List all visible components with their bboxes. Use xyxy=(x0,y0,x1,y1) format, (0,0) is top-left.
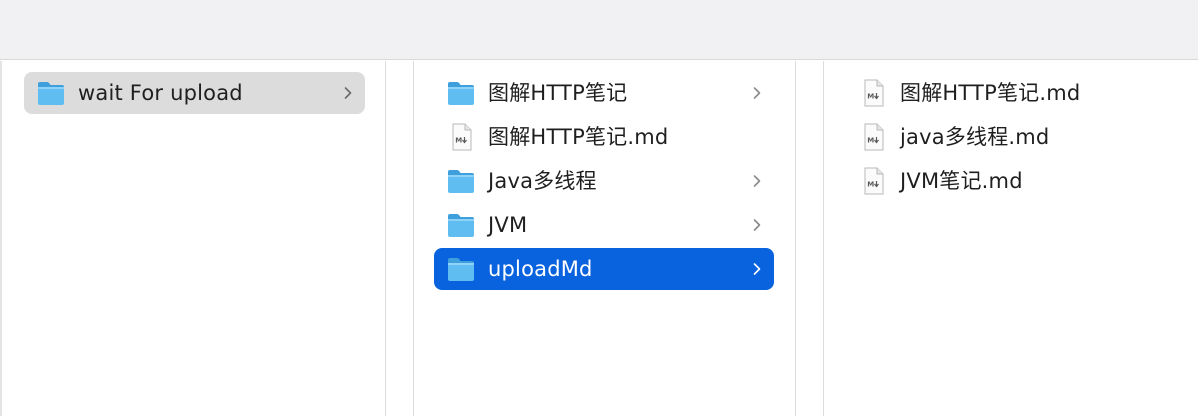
folder-row-wait-for-upload[interactable]: wait For upload xyxy=(24,72,365,114)
chevron-right-icon xyxy=(343,82,353,104)
file-row-jvm-notes-md[interactable]: JVM笔记.md xyxy=(846,160,1186,202)
folder-row-uploadmd[interactable]: uploadMd xyxy=(434,248,774,290)
item-label: 图解HTTP笔记.md xyxy=(488,125,669,149)
chevron-right-icon xyxy=(752,258,762,280)
folder-row-jvm[interactable]: JVM xyxy=(434,204,774,246)
file-row-http-notes-md[interactable]: 图解HTTP笔记.md xyxy=(434,116,774,158)
markdown-file-icon xyxy=(858,79,888,107)
chevron-right-icon xyxy=(752,170,762,192)
markdown-file-icon xyxy=(858,167,888,195)
column-2: 图解HTTP笔记 图解HTTP笔记.md Java多线程 JVM uploadM… xyxy=(414,61,795,416)
item-label: java多线程.md xyxy=(900,125,1050,149)
item-label: uploadMd xyxy=(488,257,593,281)
folder-icon xyxy=(36,79,66,107)
column-resize-divider[interactable] xyxy=(795,61,824,416)
item-label: 图解HTTP笔记.md xyxy=(900,81,1081,105)
column-resize-divider[interactable] xyxy=(385,61,414,416)
item-label: JVM笔记.md xyxy=(900,169,1023,193)
markdown-file-icon xyxy=(858,123,888,151)
folder-icon xyxy=(446,167,476,195)
window-toolbar xyxy=(0,0,1198,60)
folder-row-java-multithread[interactable]: Java多线程 xyxy=(434,160,774,202)
item-label: wait For upload xyxy=(78,81,243,105)
chevron-right-icon xyxy=(752,82,762,104)
folder-row-http-notes[interactable]: 图解HTTP笔记 xyxy=(434,72,774,114)
chevron-right-icon xyxy=(752,214,762,236)
markdown-file-icon xyxy=(446,123,476,151)
file-row-java-multithread-md[interactable]: java多线程.md xyxy=(846,116,1186,158)
file-row-http-notes-md[interactable]: 图解HTTP笔记.md xyxy=(846,72,1186,114)
item-label: JVM xyxy=(488,213,528,237)
column-3: 图解HTTP笔记.md java多线程.md JVM笔记.md xyxy=(824,61,1198,416)
folder-icon xyxy=(446,211,476,239)
item-label: 图解HTTP笔记 xyxy=(488,81,628,105)
folder-icon xyxy=(446,79,476,107)
item-label: Java多线程 xyxy=(488,169,597,193)
folder-icon xyxy=(446,255,476,283)
column-1: wait For upload xyxy=(0,61,385,416)
